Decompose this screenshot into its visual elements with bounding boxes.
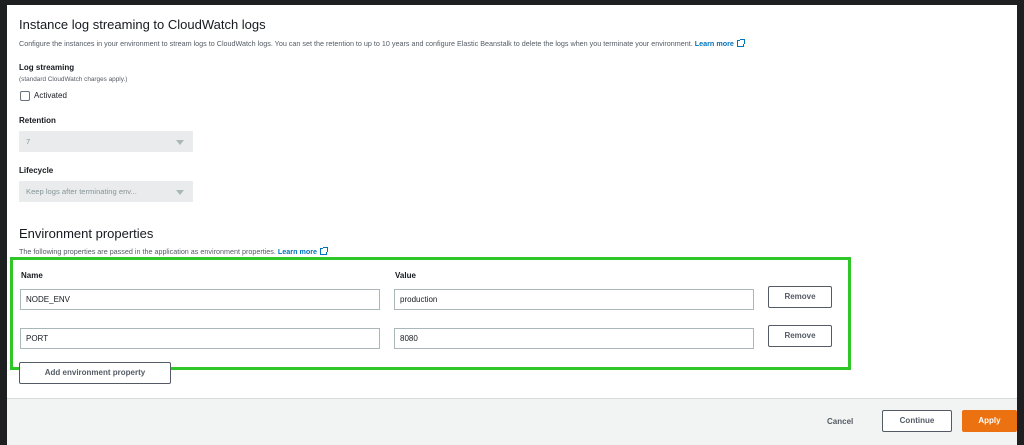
cancel-button[interactable]: Cancel	[827, 417, 853, 426]
chevron-down-icon	[176, 140, 184, 145]
add-environment-property-button[interactable]: Add environment property	[19, 362, 171, 384]
log-learn-more-label: Learn more	[694, 39, 734, 48]
log-section-title: Instance log streaming to CloudWatch log…	[19, 17, 266, 32]
page-frame: Instance log streaming to CloudWatch log…	[7, 5, 1017, 445]
env-section-description-text: The following properties are passed in t…	[19, 247, 276, 256]
config-panel: Instance log streaming to CloudWatch log…	[7, 5, 1017, 399]
lifecycle-select[interactable]: Keep logs after terminating env...	[19, 181, 193, 202]
retention-select[interactable]: 7	[19, 131, 193, 152]
env-section-description: The following properties are passed in t…	[19, 247, 329, 256]
retention-label: Retention	[19, 116, 56, 125]
continue-button[interactable]: Continue	[882, 410, 952, 432]
log-section-description: Configure the instances in your environm…	[19, 39, 745, 48]
log-streaming-note: (standard CloudWatch charges apply.)	[19, 76, 128, 83]
log-section-description-text: Configure the instances in your environm…	[19, 39, 693, 48]
log-learn-more-link[interactable]: Learn more	[694, 39, 745, 48]
env-learn-more-label: Learn more	[277, 247, 318, 256]
highlight-box	[10, 257, 851, 370]
activated-label: Activated	[34, 91, 67, 100]
log-streaming-label: Log streaming	[19, 63, 75, 72]
chevron-down-icon	[176, 190, 184, 195]
lifecycle-label: Lifecycle	[19, 166, 54, 175]
external-link-icon	[320, 247, 329, 255]
activated-checkbox[interactable]	[20, 91, 30, 101]
retention-value: 7	[26, 137, 31, 146]
apply-button[interactable]: Apply	[962, 410, 1017, 432]
external-link-icon	[736, 39, 745, 47]
env-learn-more-link[interactable]: Learn more	[277, 247, 329, 256]
lifecycle-value: Keep logs after terminating env...	[26, 187, 137, 196]
env-section-title: Environment properties	[19, 226, 154, 241]
